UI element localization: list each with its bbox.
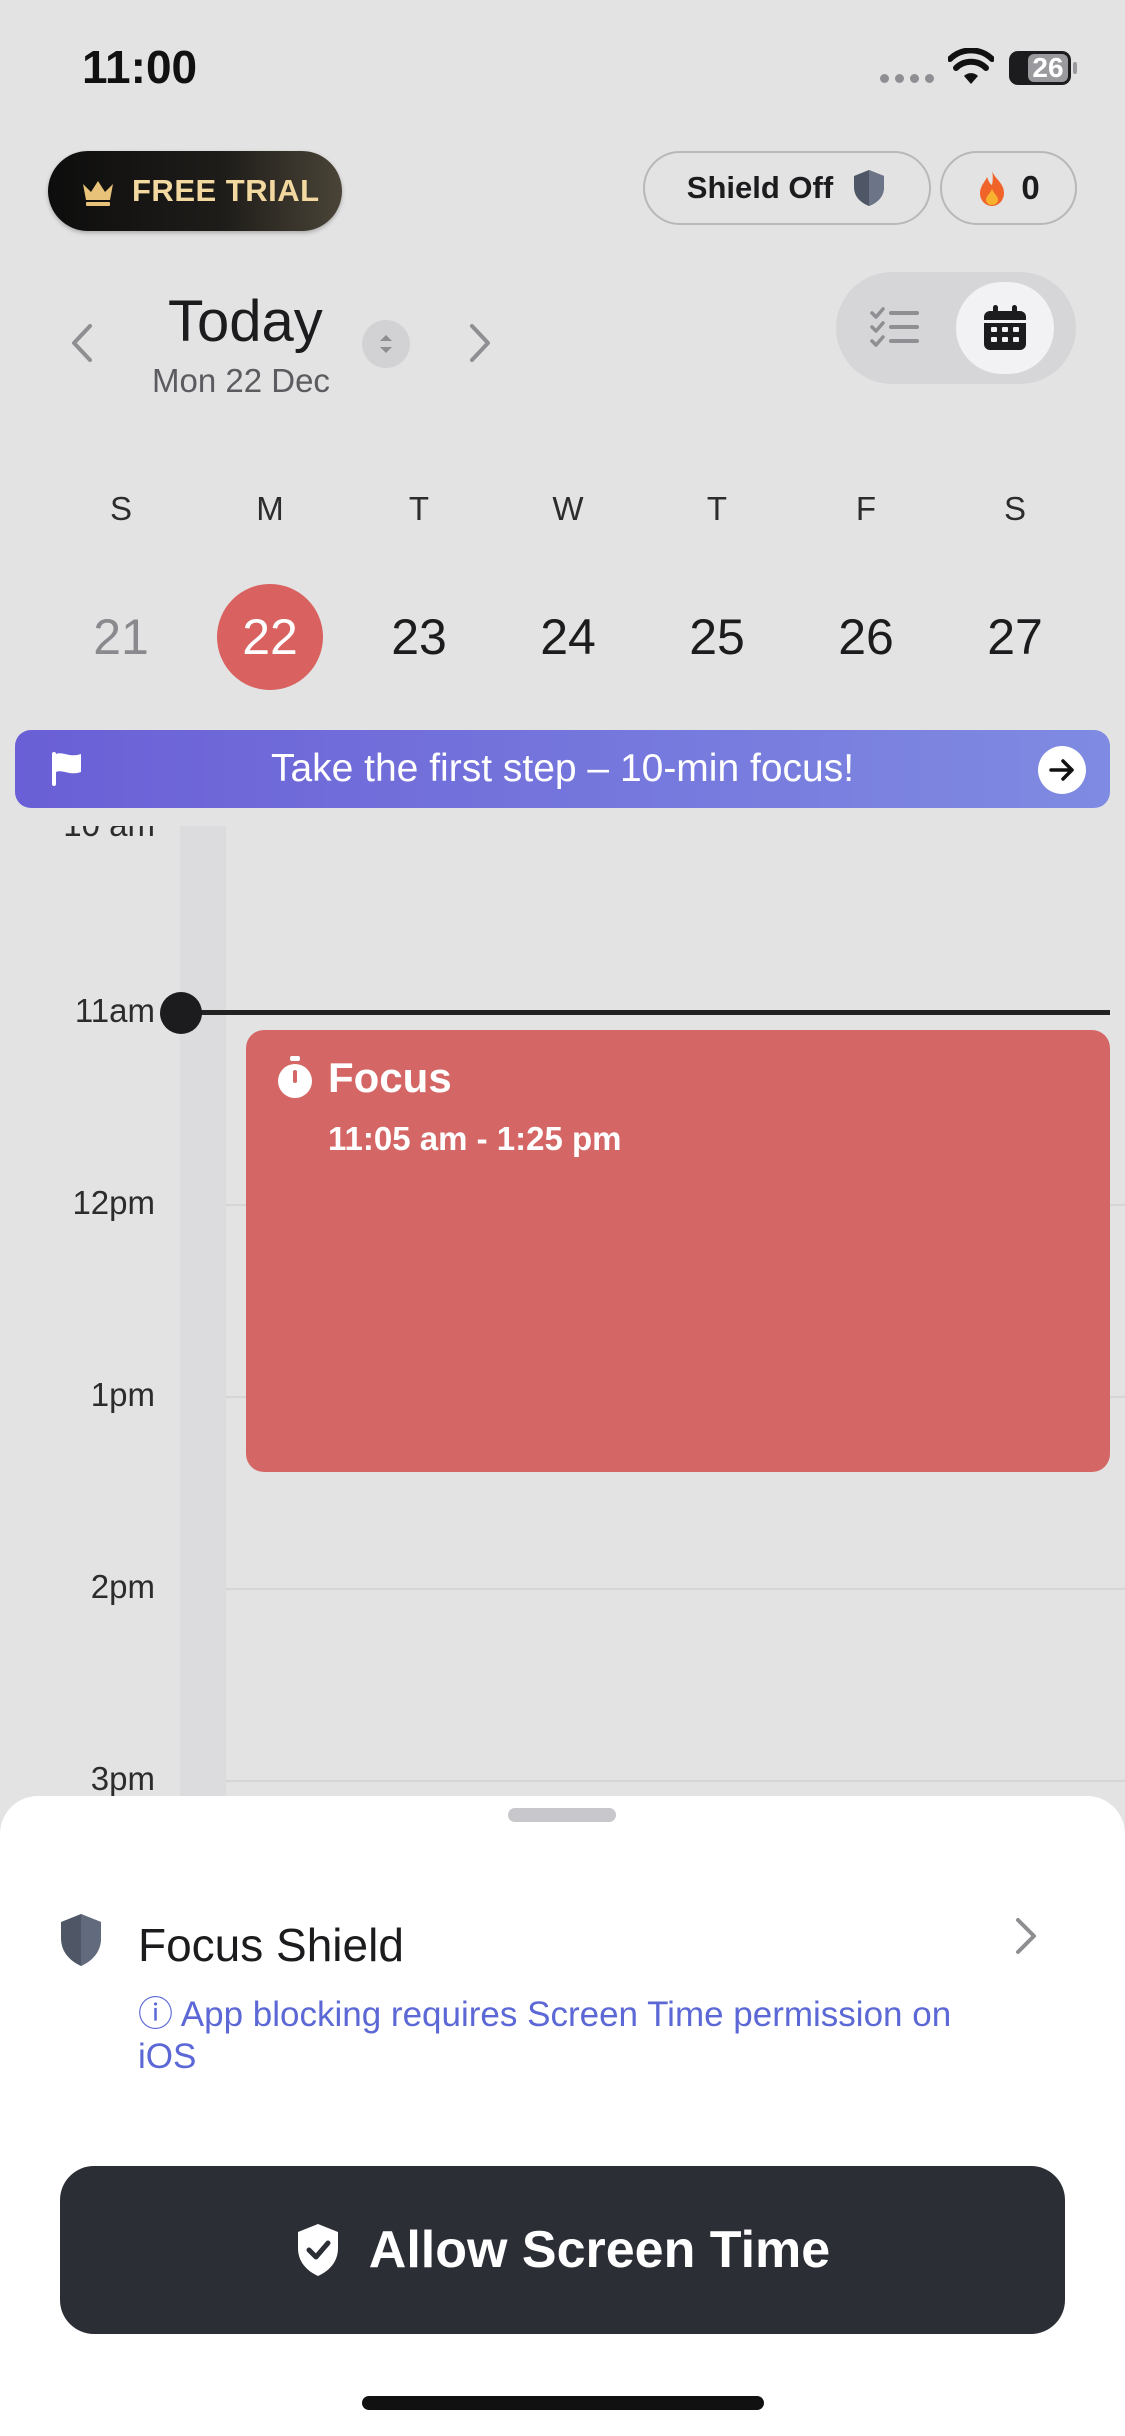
stopwatch-icon	[278, 1056, 312, 1098]
day-number: 25	[689, 609, 745, 665]
day-thu[interactable]: T 25	[664, 490, 770, 690]
day-number: 24	[540, 609, 596, 665]
day-mon[interactable]: M 22	[217, 490, 323, 690]
previous-day-button[interactable]	[64, 318, 100, 368]
hour-label: 3pm	[90, 1760, 155, 1796]
hour-label: 10 am	[0, 826, 155, 844]
hour-label: 12pm	[72, 1184, 155, 1221]
timeline-gutter	[180, 826, 226, 1796]
day-number: 26	[838, 609, 894, 665]
day-letter: M	[256, 490, 284, 527]
chevron-right-icon[interactable]	[1010, 1914, 1040, 1958]
cellular-signal-icon	[880, 74, 934, 83]
day-tue[interactable]: T 23	[366, 490, 472, 690]
crown-icon	[83, 181, 113, 206]
focus-prompt-banner[interactable]: Take the first step – 10-min focus!	[15, 730, 1110, 808]
home-indicator[interactable]	[362, 2396, 764, 2410]
banner-text: Take the first step – 10-min focus!	[270, 747, 855, 790]
current-time-line	[180, 1010, 1110, 1015]
next-day-button[interactable]	[462, 318, 498, 368]
day-letter: W	[552, 490, 584, 527]
event-title: Focus	[328, 1054, 452, 1101]
sheet-grabber[interactable]	[508, 1808, 616, 1822]
chevron-up-down-icon	[380, 335, 392, 353]
hour-label: 1pm	[90, 1376, 155, 1413]
hour-label: 2pm	[90, 1568, 155, 1605]
allow-screen-time-label: Allow Screen Time	[368, 2221, 831, 2279]
wifi-icon	[948, 48, 994, 84]
focus-shield-title[interactable]: Focus Shield	[138, 1918, 404, 1972]
shield-icon	[854, 170, 885, 206]
day-number: 23	[391, 609, 447, 665]
page-title: Today	[168, 289, 323, 354]
day-letter: F	[855, 490, 877, 527]
calendar-view-button[interactable]	[956, 282, 1054, 374]
day-number-selected: 22	[217, 584, 323, 690]
allow-screen-time-button[interactable]: Allow Screen Time	[60, 2166, 1065, 2334]
status-time: 11:00	[82, 41, 198, 93]
day-letter: T	[408, 490, 430, 527]
day-sat[interactable]: S 27	[962, 490, 1068, 690]
focus-event-card[interactable]: Focus 11:05 am - 1:25 pm	[246, 1030, 1110, 1472]
banner-go-button[interactable]	[1038, 746, 1086, 794]
day-letter: S	[1003, 490, 1026, 527]
fire-icon	[980, 171, 1005, 206]
day-number: 21	[93, 609, 149, 665]
battery-level: 26	[1032, 52, 1064, 83]
shield-status-button[interactable]: Shield Off	[643, 151, 931, 225]
arrow-right-icon	[1049, 759, 1074, 781]
week-strip: S 21 M 22 T 23 W 24 T 25 F 26 S 27	[68, 490, 1068, 690]
checklist-icon	[870, 307, 919, 347]
date-picker-toggle[interactable]	[362, 320, 410, 368]
view-toggle	[836, 272, 1076, 384]
bottom-sheet	[0, 1796, 1125, 2436]
event-time-range: 11:05 am - 1:25 pm	[328, 1120, 622, 1157]
day-wed[interactable]: W 24	[515, 490, 621, 690]
streak-count: 0	[1021, 169, 1040, 206]
hour-label: 11am	[74, 992, 155, 1029]
streak-button[interactable]: 0	[940, 151, 1077, 225]
day-sun[interactable]: S 21	[68, 490, 174, 690]
day-letter: T	[706, 490, 728, 527]
flag-icon	[52, 752, 81, 786]
date-subtitle: Mon 22 Dec	[152, 362, 330, 399]
shield-status-label: Shield Off	[686, 170, 834, 205]
calendar-icon	[984, 305, 1026, 350]
shield-check-icon	[297, 2224, 338, 2276]
free-trial-button[interactable]: FREE TRIAL	[48, 151, 342, 231]
day-fri[interactable]: F 26	[813, 490, 919, 690]
battery-icon: 26	[1008, 50, 1078, 86]
day-timeline[interactable]: 10 am 11am 12pm 1pm 2pm 3pm Focus 11:05 …	[0, 826, 1125, 1796]
hour-gridline	[226, 1780, 1125, 1782]
day-letter: S	[109, 490, 132, 527]
screen-time-info-note: ⓘ App blocking requires Screen Time perm…	[138, 1995, 952, 2076]
day-number: 27	[987, 609, 1043, 665]
current-time-dot	[160, 992, 202, 1034]
free-trial-label: FREE TRIAL	[132, 173, 320, 208]
shield-icon	[61, 1914, 101, 1966]
hour-gridline	[226, 1588, 1125, 1590]
list-view-button[interactable]	[846, 282, 944, 374]
